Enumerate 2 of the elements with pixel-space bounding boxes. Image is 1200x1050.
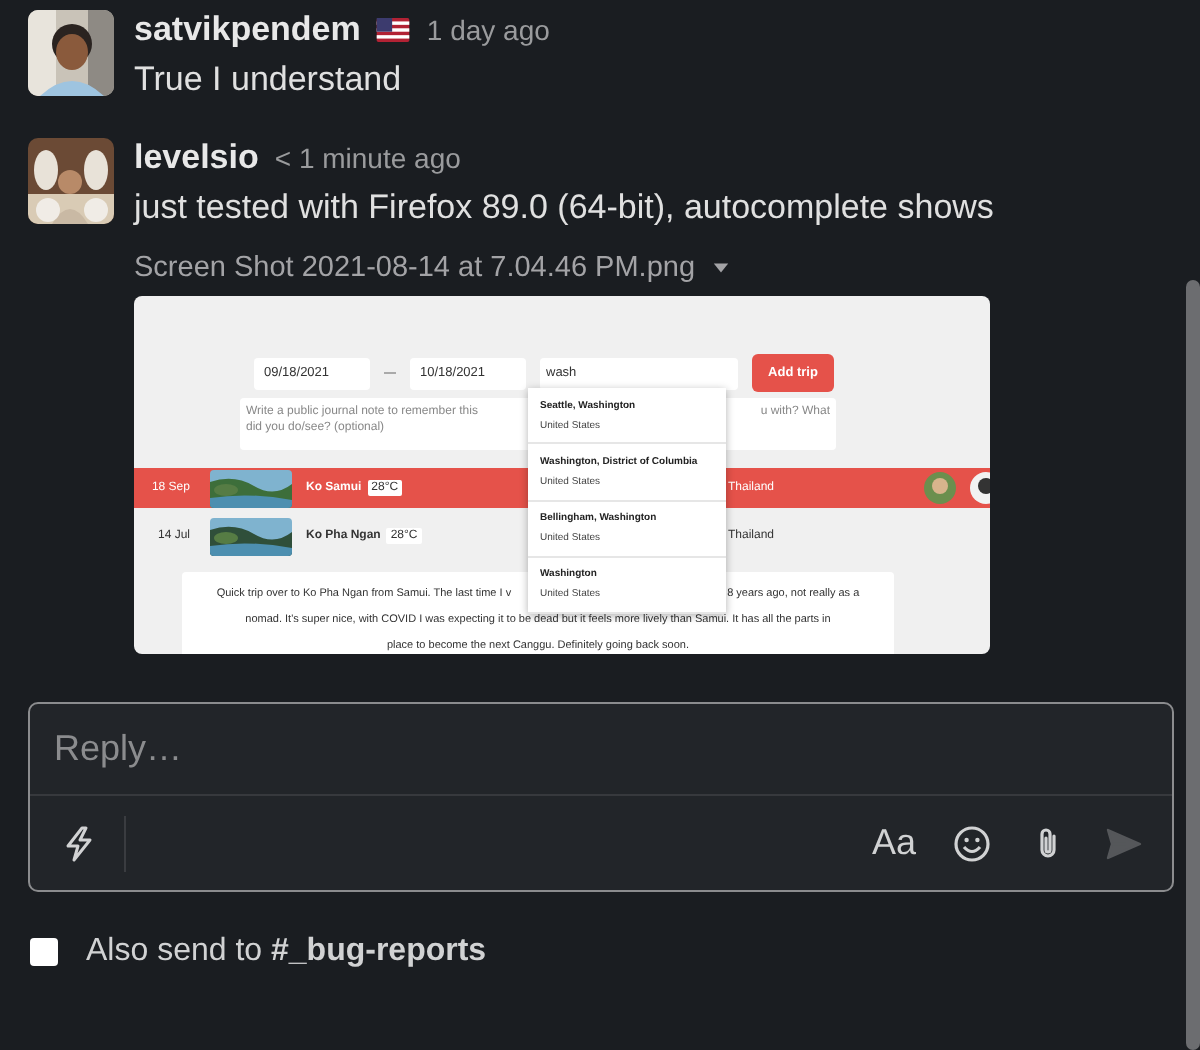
message-text: just tested with Firefox 89.0 (64-bit), autocomplete shows (134, 188, 994, 228)
message-text: True I understand (134, 60, 404, 100)
